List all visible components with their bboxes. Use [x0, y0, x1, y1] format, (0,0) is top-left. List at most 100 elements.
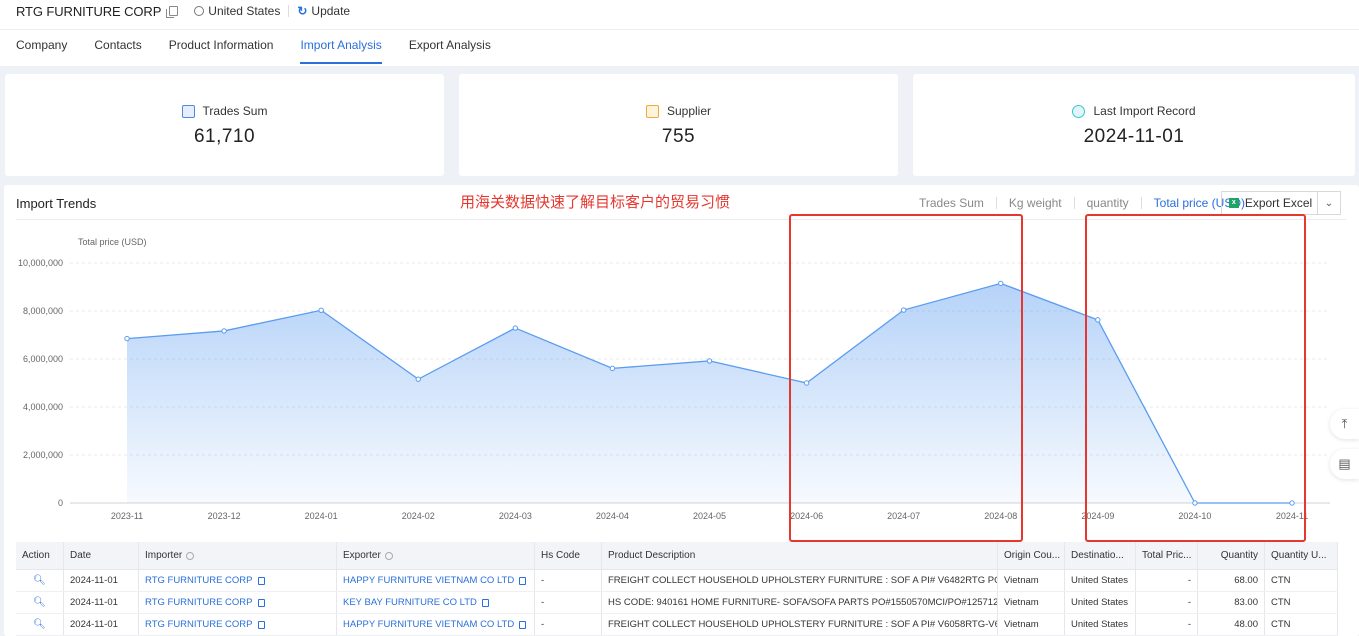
- tab-company[interactable]: Company: [16, 38, 67, 64]
- cell-quantity-unit: CTN: [1265, 614, 1338, 635]
- col-exporter: Exporter: [337, 542, 535, 569]
- x-tick-label: 2024-01: [305, 511, 338, 521]
- report-button[interactable]: ▤: [1330, 449, 1359, 479]
- copy-icon[interactable]: [519, 576, 527, 585]
- search-icon[interactable]: 🔍︎: [33, 619, 46, 630]
- search-icon[interactable]: 🔍︎: [33, 597, 46, 608]
- stat-card-supplier: Supplier 755: [459, 74, 898, 176]
- document-icon: ▤: [1338, 456, 1351, 471]
- col-date: Date: [64, 542, 139, 569]
- exporter-link[interactable]: KEY BAY FURNITURE CO LTD: [343, 597, 477, 608]
- refresh-icon: ↻: [297, 4, 308, 18]
- col-product-description: Product Description: [602, 542, 998, 569]
- data-point: [512, 325, 519, 331]
- y-tick-label: 4,000,000: [23, 402, 63, 412]
- cell-date: 2024-11-01: [64, 570, 139, 591]
- x-tick-label: 2023-11: [111, 511, 143, 521]
- cell-importer: RTG FURNITURE CORP: [139, 592, 337, 613]
- copy-icon[interactable]: [481, 598, 489, 607]
- cell-hs-code: -: [535, 570, 602, 591]
- cell-quantity-unit: CTN: [1265, 592, 1338, 613]
- col-action: Action: [16, 542, 64, 569]
- x-tick-label: 2024-02: [402, 511, 435, 521]
- stat-label: Last Import Record: [1093, 104, 1196, 118]
- arrow-up-icon: ⤒: [1341, 416, 1348, 431]
- info-icon[interactable]: [186, 551, 195, 560]
- importer-link[interactable]: RTG FURNITURE CORP: [145, 597, 253, 608]
- stat-value: 755: [661, 126, 696, 147]
- exporter-link[interactable]: HAPPY FURNITURE VIETNAM CO LTD: [343, 575, 514, 586]
- copy-icon[interactable]: [519, 620, 527, 629]
- col-quantity: Quantity: [1198, 542, 1265, 569]
- y-tick-label: 10,000,000: [18, 258, 63, 268]
- col-total-price: Total Pric...: [1136, 542, 1198, 569]
- cell-destination: United States: [1065, 570, 1136, 591]
- country-label: United States: [208, 4, 281, 18]
- bar-chart-icon: [181, 104, 195, 118]
- copy-icon[interactable]: [257, 598, 265, 607]
- data-point: [221, 328, 227, 334]
- scroll-top-button[interactable]: ⤒: [1330, 409, 1359, 439]
- tab-product-information[interactable]: Product Information: [169, 38, 274, 64]
- stat-value: 2024-11-01: [1083, 126, 1185, 147]
- search-icon[interactable]: 🔍︎: [33, 575, 46, 586]
- cell-exporter: HAPPY FURNITURE VIETNAM CO LTD: [337, 570, 535, 591]
- info-icon[interactable]: [384, 551, 393, 560]
- cell-origin: Vietnam: [998, 570, 1065, 591]
- col-origin-country: Origin Cou...: [998, 542, 1065, 569]
- exporter-link[interactable]: HAPPY FURNITURE VIETNAM CO LTD: [343, 619, 514, 630]
- stat-card-trades-sum: Trades Sum 61,710: [5, 74, 444, 176]
- company-name: RTG FURNITURE CORP: [16, 3, 162, 19]
- importer-link[interactable]: RTG FURNITURE CORP: [145, 575, 253, 586]
- tab-contacts[interactable]: Contacts: [94, 38, 141, 64]
- records-table: Action Date Importer Exporter Hs Code Pr…: [16, 542, 1338, 636]
- building-icon: [645, 104, 659, 118]
- cell-total-price: -: [1136, 614, 1198, 635]
- cell-importer: RTG FURNITURE CORP: [139, 570, 337, 591]
- data-point: [124, 335, 130, 342]
- cell-quantity: 68.00: [1198, 570, 1265, 591]
- importer-link[interactable]: RTG FURNITURE CORP: [145, 619, 253, 630]
- stat-label: Trades Sum: [202, 104, 268, 118]
- update-label: Update: [311, 4, 351, 18]
- copy-icon[interactable]: [257, 620, 265, 629]
- cell-quantity: 83.00: [1198, 592, 1265, 613]
- x-tick-label: 2024-04: [596, 511, 629, 521]
- stat-value: 61,710: [193, 126, 256, 147]
- cell-product-description: FREIGHT COLLECT HOUSEHOLD UPHOLSTERY FUR…: [602, 570, 998, 591]
- cell-date: 2024-11-01: [64, 614, 139, 635]
- table-row: 🔍︎ 2024-11-01 RTG FURNITURE CORP HAPPY F…: [16, 570, 1338, 592]
- col-hs-code: Hs Code: [535, 542, 602, 569]
- y-tick-label: 8,000,000: [23, 306, 63, 316]
- data-point: [415, 376, 421, 382]
- cell-origin: Vietnam: [998, 614, 1065, 635]
- divider: [288, 5, 290, 17]
- cell-hs-code: -: [535, 592, 602, 613]
- copy-icon[interactable]: [166, 6, 179, 18]
- cell-total-price: -: [1136, 570, 1198, 591]
- cell-quantity-unit: CTN: [1265, 570, 1338, 591]
- table-header: Action Date Importer Exporter Hs Code Pr…: [16, 542, 1338, 570]
- cell-hs-code: -: [535, 614, 602, 635]
- tab-export-analysis[interactable]: Export Analysis: [409, 38, 491, 64]
- col-label: Exporter: [343, 550, 381, 561]
- cell-product-description: HS CODE: 940161 HOME FURNITURE- SOFA/SOF…: [602, 592, 998, 613]
- location-icon: [194, 6, 205, 16]
- tab-import-analysis[interactable]: Import Analysis: [300, 38, 382, 64]
- tab-bar: Company Contacts Product Information Imp…: [16, 38, 491, 64]
- data-point: [609, 365, 616, 372]
- row-action: 🔍︎: [16, 592, 64, 613]
- x-tick-label: 2024-03: [499, 511, 532, 521]
- x-tick-label: 2023-12: [208, 511, 241, 521]
- update-button[interactable]: ↻ Update: [297, 4, 350, 18]
- col-label: Importer: [145, 550, 183, 561]
- cell-importer: RTG FURNITURE CORP: [139, 614, 337, 635]
- copy-icon[interactable]: [257, 576, 265, 585]
- divider: [0, 29, 1359, 30]
- company-header: RTG FURNITURE CORP United States ↻ Updat…: [16, 3, 350, 19]
- highlight-box: [1085, 214, 1306, 542]
- highlight-box: [789, 214, 1023, 542]
- cell-quantity: 48.00: [1198, 614, 1265, 635]
- cell-total-price: -: [1136, 592, 1198, 613]
- data-point: [318, 307, 324, 313]
